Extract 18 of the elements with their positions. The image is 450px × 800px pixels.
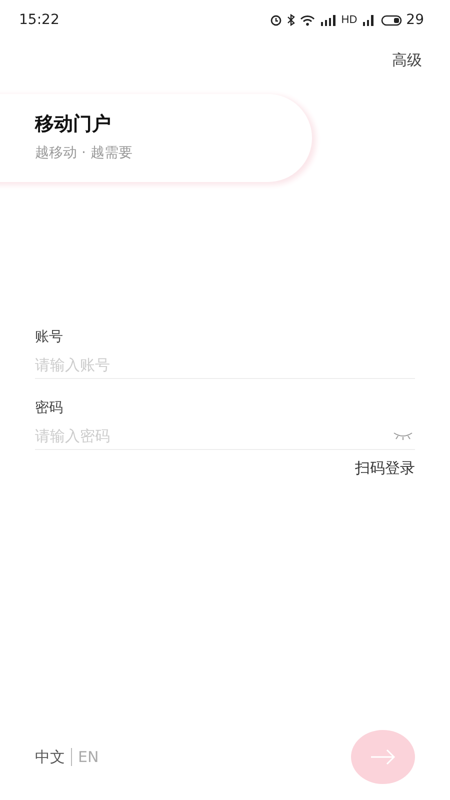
wifi-icon — [300, 14, 316, 26]
arrow-icon — [370, 749, 396, 765]
clock-time: 15:22 — [19, 12, 60, 28]
language-option[interactable]: 中文 — [35, 748, 65, 766]
signal-icon — [320, 14, 336, 26]
advanced-link[interactable]: 高级 — [392, 51, 422, 70]
battery-icon — [381, 14, 404, 26]
signal-icon — [362, 14, 376, 26]
network-label: HD — [341, 14, 358, 26]
closed-eye-icon — [393, 432, 413, 440]
app-title: 移动门户 — [35, 112, 112, 137]
field-label: 账号 — [35, 328, 64, 346]
alarm-icon — [270, 14, 282, 26]
scan-login-link[interactable]: 扫码登录 — [355, 459, 415, 478]
app-slogan: 越移动 · 越需要 — [35, 144, 134, 162]
bluetooth-icon — [287, 14, 296, 26]
battery-level: 29 — [406, 12, 424, 28]
field-label: 密码 — [35, 399, 64, 417]
